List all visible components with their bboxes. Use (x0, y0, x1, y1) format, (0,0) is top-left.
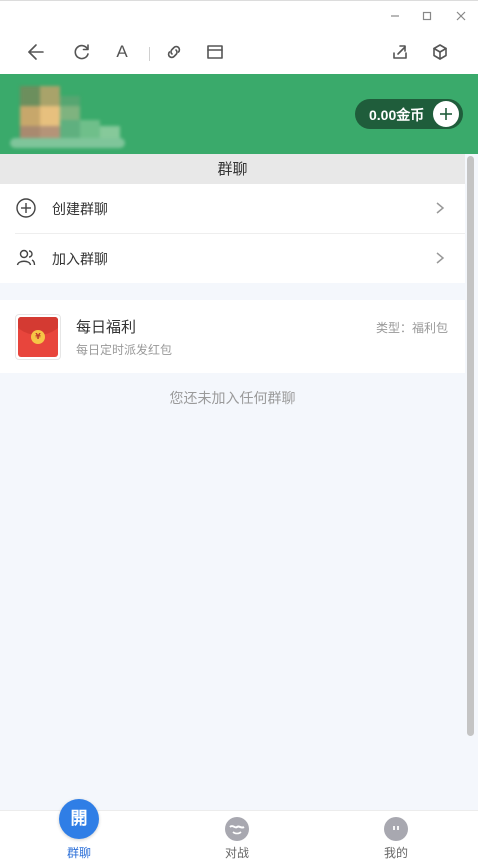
add-coins-button[interactable] (433, 101, 459, 127)
tab-battle-label: 对战 (224, 846, 249, 860)
tab-group-chat-label: 群聊 (66, 846, 91, 860)
coin-balance-text: 0.00金币 (369, 107, 425, 123)
create-group-item[interactable]: 创建群聊 (0, 184, 465, 234)
tab-profile-label: 我的 (383, 846, 408, 860)
chevron-right-icon (434, 200, 446, 216)
window-titlebar (0, 0, 478, 30)
users-icon (15, 247, 37, 269)
profile-header: 0.00金币 (0, 74, 478, 154)
plus-circle-icon (15, 197, 37, 219)
card-subtitle: 每日定时派发红包 (76, 343, 173, 357)
tab-battle[interactable]: 对战 (207, 811, 267, 862)
cube-icon[interactable] (428, 40, 452, 64)
card-type: 类型：福利包 (375, 321, 448, 335)
coin-balance[interactable]: 0.00金币 (355, 99, 463, 129)
group-chat-icon: 開 (59, 799, 99, 839)
share-icon[interactable] (388, 40, 412, 64)
back-arrow-icon[interactable] (24, 40, 48, 64)
join-group-item[interactable]: 加入群聊 (0, 234, 465, 283)
font-size-icon[interactable]: A (110, 40, 134, 64)
join-group-label: 加入群聊 (52, 252, 108, 268)
coin-icon: ¥ (31, 330, 45, 344)
chevron-right-icon (434, 250, 446, 266)
browser-toolbar: A (0, 30, 478, 74)
page-title: 群聊 (0, 154, 465, 184)
tab-group-chat[interactable]: 開 群聊 (49, 799, 109, 862)
empty-state-message: 您还未加入任何群聊 (169, 391, 296, 407)
plus-icon (440, 108, 452, 120)
card-title: 每日福利 (76, 318, 137, 336)
bottom-tab-bar: 開 群聊 对战 我的 (0, 799, 478, 862)
create-group-label: 创建群聊 (52, 202, 108, 218)
tab-profile[interactable]: 我的 (366, 811, 426, 862)
group-actions-menu: 创建群聊 加入群聊 (0, 184, 465, 283)
daily-bonus-card[interactable]: ¥ 每日福利 每日定时派发红包 类型：福利包 (0, 300, 465, 373)
red-envelope-icon: ¥ (15, 314, 61, 360)
minimize-icon[interactable] (385, 7, 405, 25)
window-frame-icon[interactable] (203, 40, 227, 64)
maximize-icon[interactable] (417, 7, 437, 25)
refresh-icon[interactable] (70, 40, 94, 64)
close-icon[interactable] (451, 7, 471, 25)
avatar[interactable] (10, 82, 125, 152)
toolbar-separator (149, 47, 150, 61)
profile-icon (384, 817, 408, 841)
battle-icon (225, 817, 249, 841)
link-icon[interactable] (162, 40, 186, 64)
scrollbar-thumb[interactable] (467, 156, 474, 736)
